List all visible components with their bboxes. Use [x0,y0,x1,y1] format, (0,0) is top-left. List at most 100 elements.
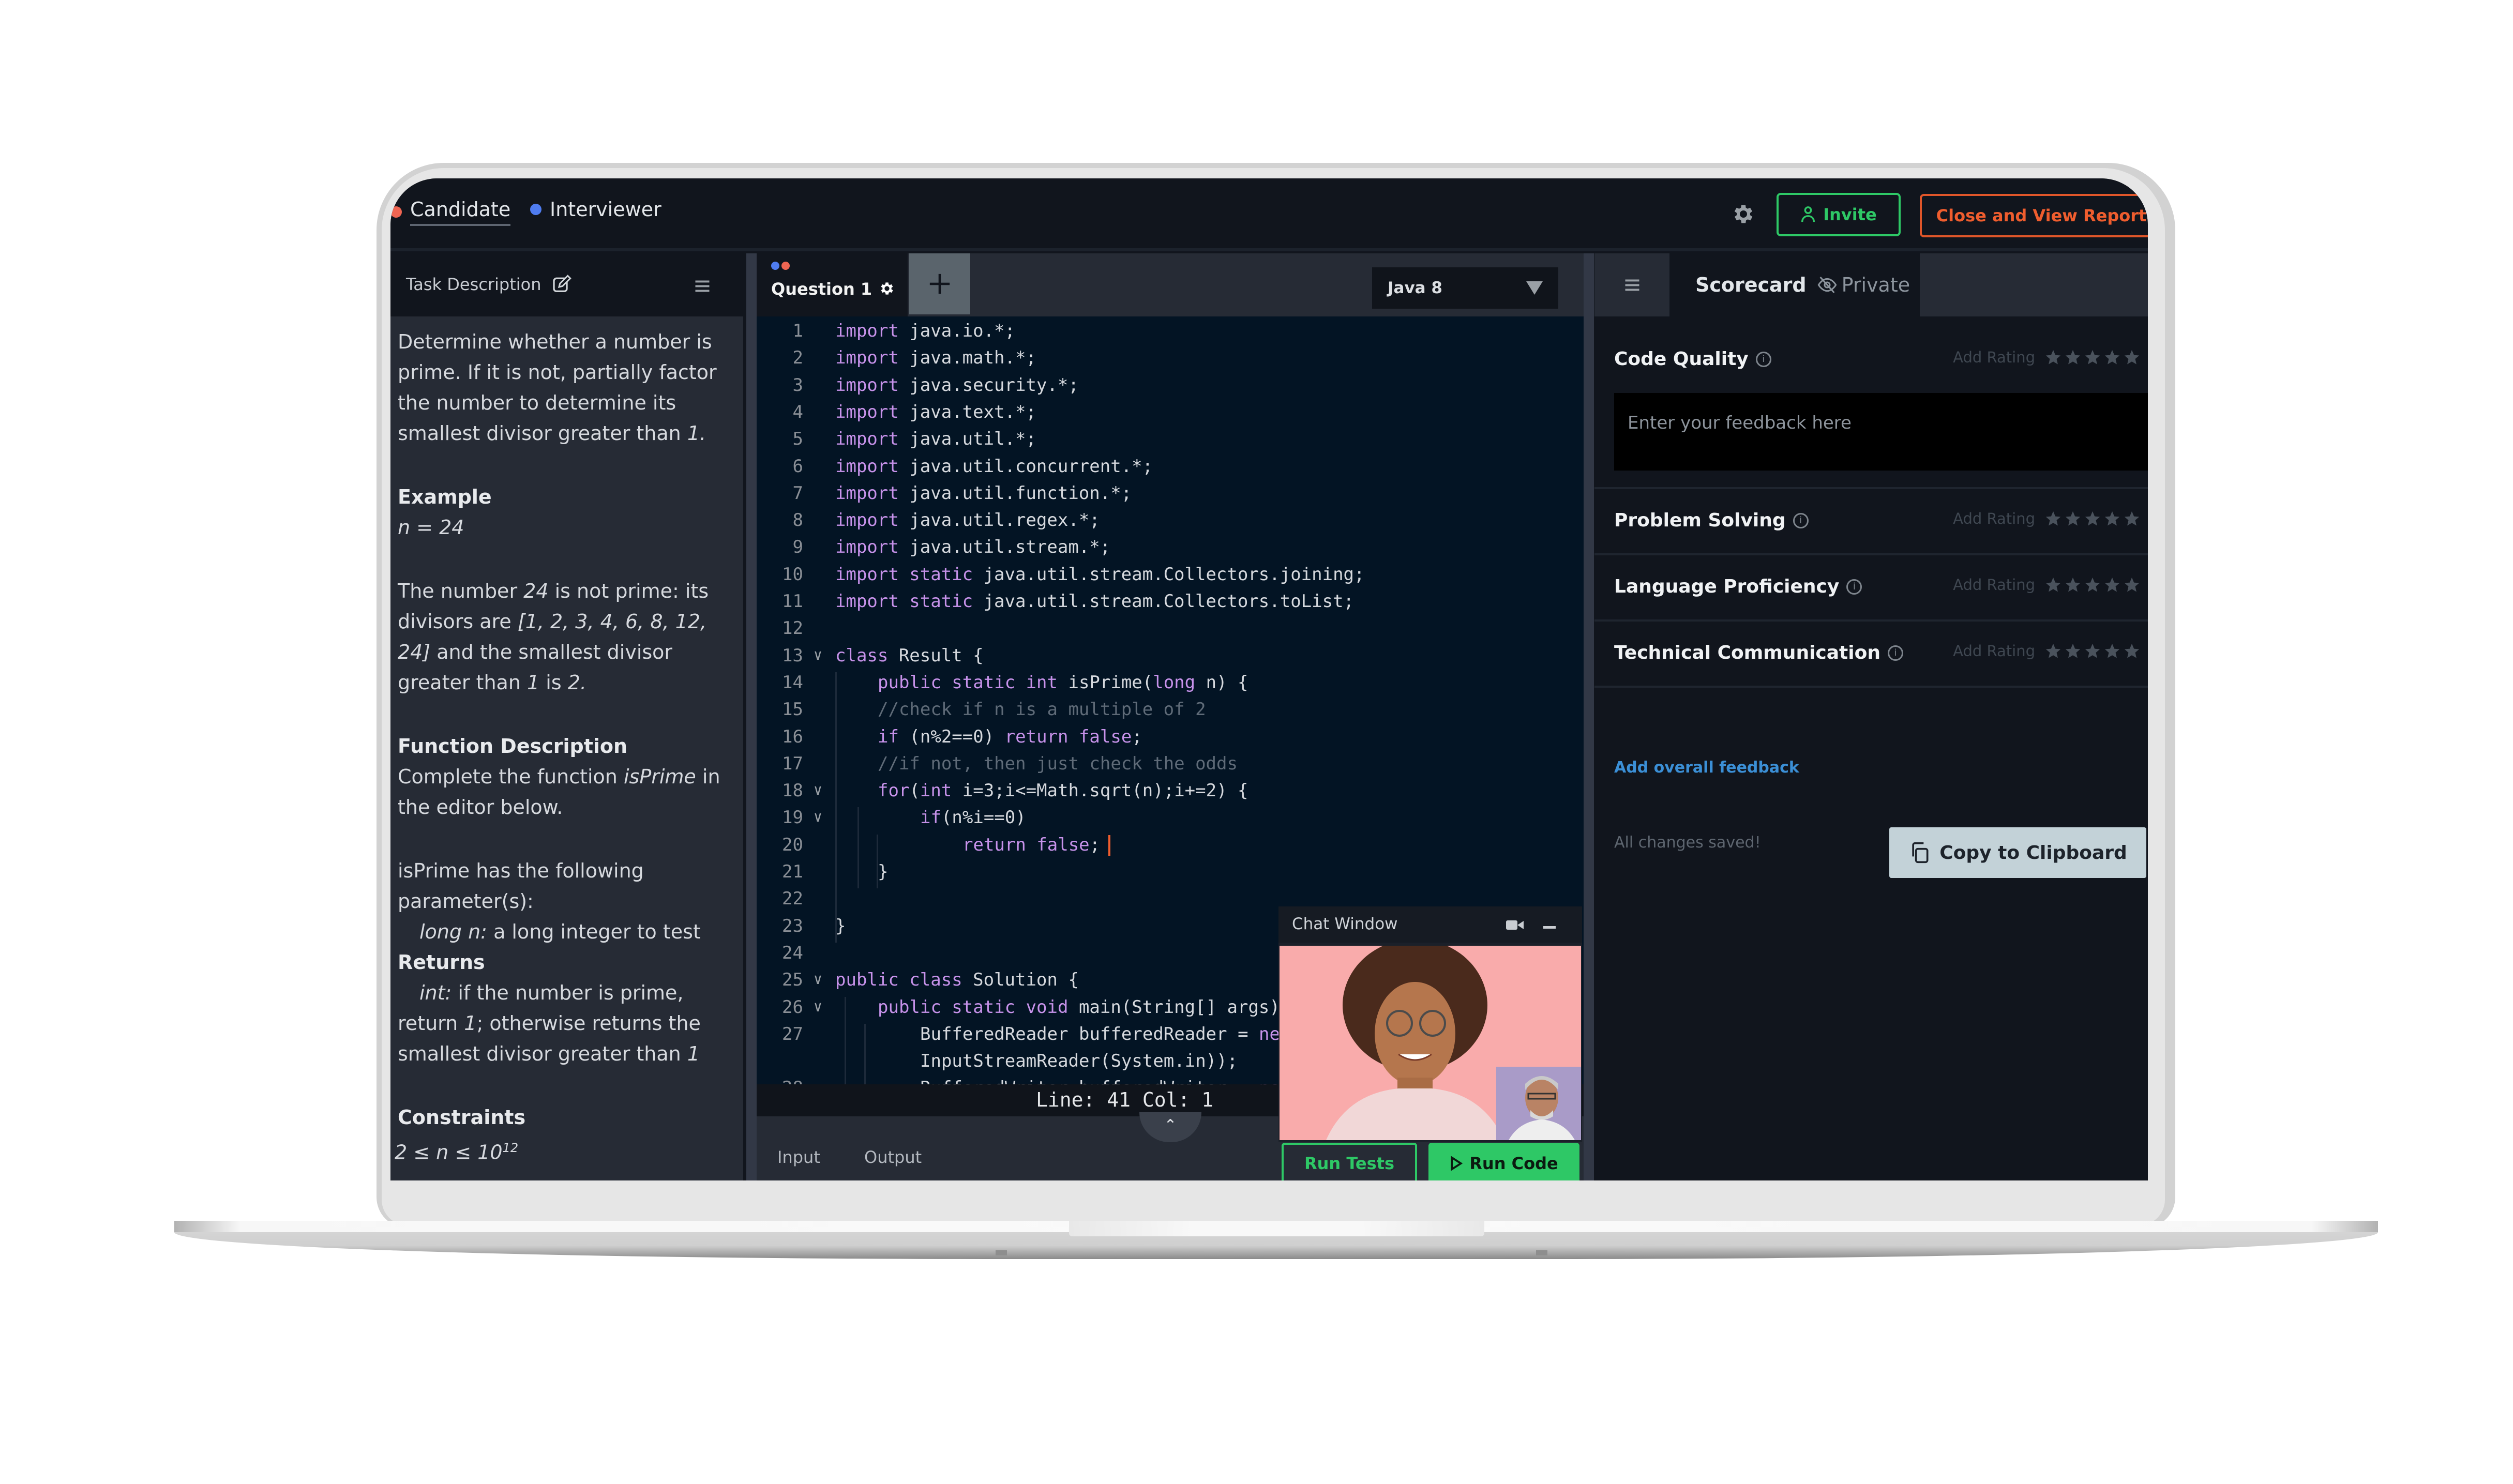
star-icon[interactable] [2044,510,2062,527]
text: 24 [523,580,549,602]
tab-scorecard[interactable]: Scorecard Private [1669,253,1920,316]
star-icon[interactable] [2123,349,2141,366]
fold-chevron-icon[interactable]: ∨ [814,998,822,1015]
role-tab-interviewer[interactable]: Interviewer [530,198,661,221]
star-icon[interactable] [2103,576,2121,594]
tab-output[interactable]: Output [864,1147,922,1167]
app-screen: Candidate Interviewer Invite Close and V… [390,178,2148,1180]
line-number: 25 [782,970,803,991]
returns-description: int: if the number is prime, return 1; o… [398,978,734,1069]
criterion-title: Code Quality i [1614,349,1771,370]
user-icon [1801,206,1815,222]
interviewer-presence-dot [771,262,779,270]
tab-question-1[interactable]: Question 1 [757,253,908,316]
star-icon[interactable] [2123,576,2141,594]
line-number: 2 [792,347,803,369]
expand-panel-button[interactable]: ⌃ [1139,1112,1201,1142]
hamburger-menu-icon [1625,279,1639,291]
add-rating-label: Add Rating [1953,576,2035,594]
fold-chevron-icon[interactable]: ∨ [814,971,822,988]
constraints-heading: Constraints [398,1106,526,1129]
star-icon[interactable] [2103,349,2121,366]
laptop-foot [1536,1250,1547,1255]
star-icon[interactable] [2103,642,2121,660]
copy-to-clipboard-button[interactable]: Copy to Clipboard [1889,827,2146,878]
minimize-icon[interactable] [1543,926,1556,929]
edit-icon[interactable] [551,274,572,295]
code-line: import java.util.concurrent.*; [835,456,1153,477]
criterion-name: Language Proficiency [1614,576,1840,597]
video-camera-icon[interactable] [1506,919,1524,931]
info-icon[interactable]: i [1846,579,1862,595]
chat-window-header[interactable]: Chat Window [1278,906,1582,943]
panel-resize-handle-left[interactable] [746,253,757,1180]
copy-icon [1912,842,1929,864]
feedback-textarea[interactable]: Enter your feedback here [1614,393,2148,471]
info-icon[interactable]: i [1887,645,1903,661]
param-desc: a long integer to test [487,920,701,943]
info-icon[interactable]: i [1793,512,1809,528]
star-rating[interactable]: Add Rating [1953,349,2141,366]
tab-input[interactable]: Input [777,1147,820,1167]
star-icon[interactable] [2064,510,2082,527]
stars [2044,349,2141,366]
star-icon[interactable] [2064,349,2082,366]
close-and-view-report-button[interactable]: Close and View Report [1920,194,2148,237]
star-icon[interactable] [2064,642,2082,660]
settings-gear-icon[interactable] [1731,202,1756,226]
function-description-heading: Function Description [398,735,628,758]
fold-chevron-icon[interactable]: ∨ [814,646,822,663]
line-number: 12 [782,618,803,639]
code-line: import java.util.stream.*; [835,537,1111,558]
star-icon[interactable] [2044,642,2062,660]
star-icon[interactable] [2084,510,2101,527]
star-icon[interactable] [2103,510,2121,527]
fold-chevron-icon[interactable]: ∨ [814,808,822,825]
line-number: 1 [792,321,803,341]
chat-window[interactable]: Chat Window [1278,906,1582,1142]
scorecard-menu-button[interactable] [1594,253,1669,316]
star-icon[interactable] [2123,510,2141,527]
chat-window-title: Chat Window [1292,915,1398,933]
code-line: import java.util.function.*; [835,482,1132,504]
run-tests-button[interactable]: Run Tests [1282,1143,1417,1180]
role-tab-candidate[interactable]: Candidate [390,198,511,226]
task-title-label: Task Description [406,275,541,294]
code-line: //check if n is a multiple of 2 [878,699,1206,720]
star-rating[interactable]: Add Rating [1953,642,2141,660]
indent-guide [857,807,859,889]
line-number: 19 [782,807,803,828]
example-explanation: The number 24 is not prime: its divisors… [398,576,734,698]
add-question-button[interactable] [909,253,970,314]
star-icon[interactable] [2084,349,2101,366]
scorecard-tab-label: Scorecard [1695,274,1807,296]
criterion-language-proficiency: Language Proficiency i Add Rating [1594,555,2148,622]
indent-guide [835,672,837,943]
question-settings-gear-icon[interactable] [879,280,895,297]
star-rating[interactable]: Add Rating [1953,576,2141,594]
add-overall-feedback-link[interactable]: Add overall feedback [1614,759,1799,777]
star-icon[interactable] [2044,349,2062,366]
code-line: import java.math.*; [835,347,1036,369]
line-number: 10 [782,564,803,585]
candidate-video [1280,946,1581,1140]
line-number: 27 [782,1023,803,1044]
add-rating-label: Add Rating [1953,349,2035,366]
star-icon[interactable] [2123,642,2141,660]
star-icon[interactable] [2084,642,2101,660]
info-icon[interactable]: i [1755,351,1771,367]
code-line: public static int isPrime(long n) { [878,672,1248,693]
example-value-text: n = 24 [398,516,464,539]
panel-resize-handle-right[interactable] [1584,253,1594,1180]
run-code-button[interactable]: Run Code [1428,1143,1579,1180]
fold-chevron-icon[interactable]: ∨ [814,781,822,798]
language-select[interactable]: Java 8 [1372,267,1558,309]
code-line: BufferedWriter bufferedWriter = new [920,1078,1290,1084]
star-icon[interactable] [2084,576,2101,594]
star-icon[interactable] [2044,576,2062,594]
invite-button[interactable]: Invite [1777,193,1901,236]
stars [2044,576,2141,594]
hamburger-menu-icon[interactable] [693,277,712,295]
star-icon[interactable] [2064,576,2082,594]
star-rating[interactable]: Add Rating [1953,510,2141,527]
